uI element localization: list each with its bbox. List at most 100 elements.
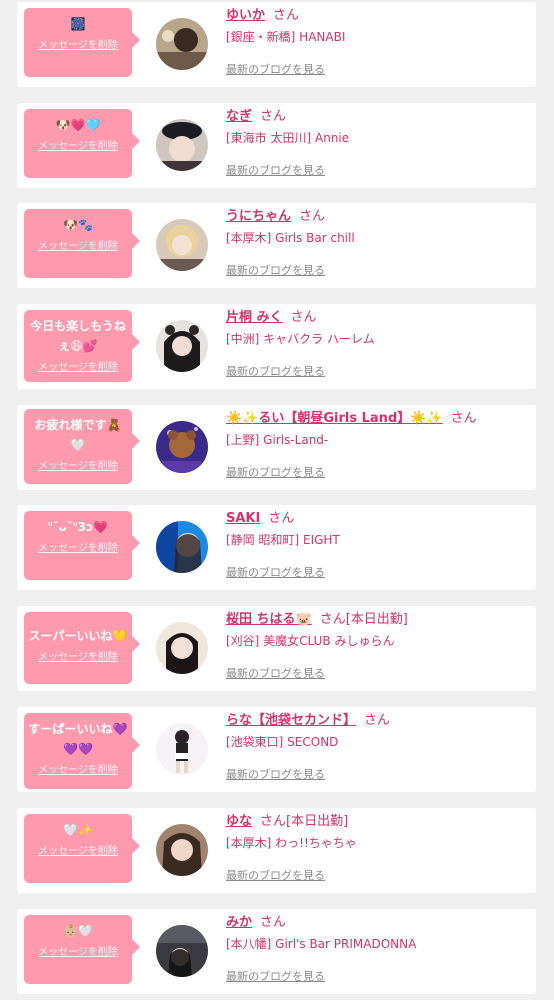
list-item: スーパーいいね💛 メッセージを削除 桜田 ちはる🐷 さん[本日出勤] [刈谷] 美… xyxy=(17,606,536,691)
profile-info: 桜田 ちはる🐷 さん[本日出勤] [刈谷] 美魔女CLUB みしゅらん 最新のブロ… xyxy=(226,610,531,680)
work-status: [本日出勤] xyxy=(286,814,349,829)
message-text: お疲れ様です🧸🤍 xyxy=(34,418,122,452)
message-bubble: 🤍✨ メッセージを削除 xyxy=(24,814,140,883)
message-text: 🤍✨ xyxy=(63,823,93,837)
avatar[interactable] xyxy=(156,824,208,876)
avatar[interactable] xyxy=(156,521,208,573)
profile-info: みか さん [本八幡] Girl's Bar PRIMADONNA 最新のブログを… xyxy=(226,913,531,983)
girl-name-link[interactable]: なぎ xyxy=(226,109,252,124)
message-text: 👶🏼🤍 xyxy=(63,924,93,938)
work-status: [本日出勤] xyxy=(345,612,408,627)
shop-name: [本八幡] Girl's Bar PRIMADONNA xyxy=(226,937,417,951)
delete-message-link[interactable]: メッセージを削除 xyxy=(28,648,128,663)
message-text: 🐶💗🩵 xyxy=(55,118,101,132)
avatar[interactable] xyxy=(156,320,208,372)
message-bubble: 今日も楽しもうねぇ😆💕 メッセージを削除 xyxy=(24,310,140,382)
shop-name: [静岡 昭和町] EIGHT xyxy=(226,533,340,547)
profile-info: SAKI さん [静岡 昭和町] EIGHT 最新のブログを見る xyxy=(226,509,531,579)
list-item: ᐡ˘ᴗ˘ᐡ3ɔ💗 メッセージを削除 SAKI さん [静岡 昭和町] EIGHT … xyxy=(17,505,536,590)
delete-message-link[interactable]: メッセージを削除 xyxy=(28,137,128,152)
delete-message-link[interactable]: メッセージを削除 xyxy=(28,761,128,776)
shop-name: [東海市 太田川] Annie xyxy=(226,131,350,145)
shop-name: [本厚木] Girls Bar chill xyxy=(226,231,355,245)
message-bubble: スーパーいいね💛 メッセージを削除 xyxy=(24,612,140,684)
message-bubble: お疲れ様です🧸🤍 メッセージを削除 xyxy=(24,409,140,484)
list-item: 🐶🐾 メッセージを削除 うにちゃん さん [本厚木] Girls Bar chil… xyxy=(17,203,536,288)
profile-info: なぎ さん [東海市 太田川] Annie 最新のブログを見る xyxy=(226,107,531,177)
avatar[interactable] xyxy=(156,119,208,171)
list-item: すーぱーいいね💜💜💜 メッセージを削除 らな【池袋セカンド】 さん [池袋東口] … xyxy=(17,707,536,792)
girl-name-link[interactable]: SAKI xyxy=(226,511,260,526)
shop-name: [中洲] キャバクラ ハーレム xyxy=(226,332,375,346)
blog-link[interactable]: 最新のブログを見る xyxy=(226,61,325,77)
honorific: さん xyxy=(450,411,477,426)
girl-name-link[interactable]: ゆな xyxy=(226,814,252,829)
shop-name: [銀座・新橋] HANABI xyxy=(226,30,346,44)
profile-info: 片桐 みく さん [中洲] キャバクラ ハーレム 最新のブログを見る xyxy=(226,308,531,378)
delete-message-link[interactable]: メッセージを削除 xyxy=(28,943,128,958)
profile-info: ☀️✨るい【朝昼Girls Land】☀️✨ さん [上野] Girls-Land… xyxy=(226,409,531,479)
girl-name-link[interactable]: 片桐 みく xyxy=(226,310,283,325)
message-bubble: すーぱーいいね💜💜💜 メッセージを削除 xyxy=(24,713,140,789)
honorific: さん xyxy=(299,209,326,224)
message-text: スーパーいいね💛 xyxy=(28,629,128,643)
shop-name: [上野] Girls-Land- xyxy=(226,433,329,447)
message-text: 今日も楽しもうねぇ😆💕 xyxy=(30,319,126,353)
message-bubble: 🐶💗🩵 メッセージを削除 xyxy=(24,109,140,178)
honorific: さん xyxy=(273,8,300,23)
message-bubble: ᐡ˘ᴗ˘ᐡ3ɔ💗 メッセージを削除 xyxy=(24,511,140,580)
blog-link[interactable]: 最新のブログを見る xyxy=(226,464,325,480)
list-item: 🤍✨ メッセージを削除 ゆな さん[本日出勤] [本厚木] わっ!!ちゃちゃ 最新… xyxy=(17,808,536,893)
profile-info: うにちゃん さん [本厚木] Girls Bar chill 最新のブログを見る xyxy=(226,207,531,277)
blog-link[interactable]: 最新のブログを見る xyxy=(226,766,325,782)
blog-link[interactable]: 最新のブログを見る xyxy=(226,564,325,580)
avatar[interactable] xyxy=(156,219,208,271)
honorific: さん xyxy=(260,814,287,829)
message-bubble: 👶🏼🤍 メッセージを削除 xyxy=(24,915,140,984)
shop-name: [本厚木] わっ!!ちゃちゃ xyxy=(226,836,357,850)
avatar[interactable] xyxy=(156,18,208,70)
list-item: 👶🏼🤍 メッセージを削除 みか さん [本八幡] Girl's Bar PRIMA… xyxy=(17,909,536,994)
list-item: 今日も楽しもうねぇ😆💕 メッセージを削除 片桐 みく さん [中洲] キャバクラ … xyxy=(17,304,536,389)
blog-link[interactable]: 最新のブログを見る xyxy=(226,867,325,883)
message-text: すーぱーいいね💜💜💜 xyxy=(28,722,128,756)
message-text: ᐡ˘ᴗ˘ᐡ3ɔ💗 xyxy=(47,520,109,534)
list-item: 🎆 メッセージを削除 ゆいか さん [銀座・新橋] HANABI 最新のブログを見… xyxy=(17,2,536,87)
girl-name-link[interactable]: 桜田 ちはる🐷 xyxy=(226,612,312,627)
list-item: お疲れ様です🧸🤍 メッセージを削除 ☀️✨るい【朝昼Girls Land】☀️✨… xyxy=(17,405,536,490)
message-text: 🎆 xyxy=(70,17,86,31)
blog-link[interactable]: 最新のブログを見る xyxy=(226,162,325,178)
blog-link[interactable]: 最新のブログを見る xyxy=(226,665,325,681)
avatar[interactable] xyxy=(156,622,208,674)
profile-info: ゆな さん[本日出勤] [本厚木] わっ!!ちゃちゃ 最新のブログを見る xyxy=(226,812,531,882)
delete-message-link[interactable]: メッセージを削除 xyxy=(28,36,128,51)
avatar[interactable] xyxy=(156,421,208,473)
delete-message-link[interactable]: メッセージを削除 xyxy=(28,539,128,554)
girl-name-link[interactable]: ☀️✨るい【朝昼Girls Land】☀️✨ xyxy=(226,411,443,426)
delete-message-link[interactable]: メッセージを削除 xyxy=(28,842,128,857)
delete-message-link[interactable]: メッセージを削除 xyxy=(28,237,128,252)
blog-link[interactable]: 最新のブログを見る xyxy=(226,262,325,278)
profile-info: らな【池袋セカンド】 さん [池袋東口] SECOND 最新のブログを見る xyxy=(226,711,531,781)
blog-link[interactable]: 最新のブログを見る xyxy=(226,363,325,379)
shop-name: [池袋東口] SECOND xyxy=(226,735,339,749)
profile-info: ゆいか さん [銀座・新橋] HANABI 最新のブログを見る xyxy=(226,6,531,76)
girl-name-link[interactable]: みか xyxy=(226,915,252,930)
girl-name-link[interactable]: らな【池袋セカンド】 xyxy=(226,713,356,728)
honorific: さん xyxy=(260,915,287,930)
blog-link[interactable]: 最新のブログを見る xyxy=(226,968,325,984)
message-bubble: 🐶🐾 メッセージを削除 xyxy=(24,209,140,278)
list-item: 🐶💗🩵 メッセージを削除 なぎ さん [東海市 太田川] Annie 最新のブログ… xyxy=(17,103,536,188)
girl-name-link[interactable]: ゆいか xyxy=(226,8,265,23)
avatar[interactable] xyxy=(156,723,208,775)
avatar[interactable] xyxy=(156,925,208,977)
delete-message-link[interactable]: メッセージを削除 xyxy=(28,358,128,373)
delete-message-link[interactable]: メッセージを削除 xyxy=(28,457,128,472)
honorific: さん xyxy=(260,109,287,124)
honorific: さん xyxy=(290,310,317,325)
message-bubble: 🎆 メッセージを削除 xyxy=(24,8,140,77)
honorific: さん xyxy=(364,713,391,728)
girl-name-link[interactable]: うにちゃん xyxy=(226,209,291,224)
honorific: さん xyxy=(319,612,346,627)
shop-name: [刈谷] 美魔女CLUB みしゅらん xyxy=(226,634,395,648)
